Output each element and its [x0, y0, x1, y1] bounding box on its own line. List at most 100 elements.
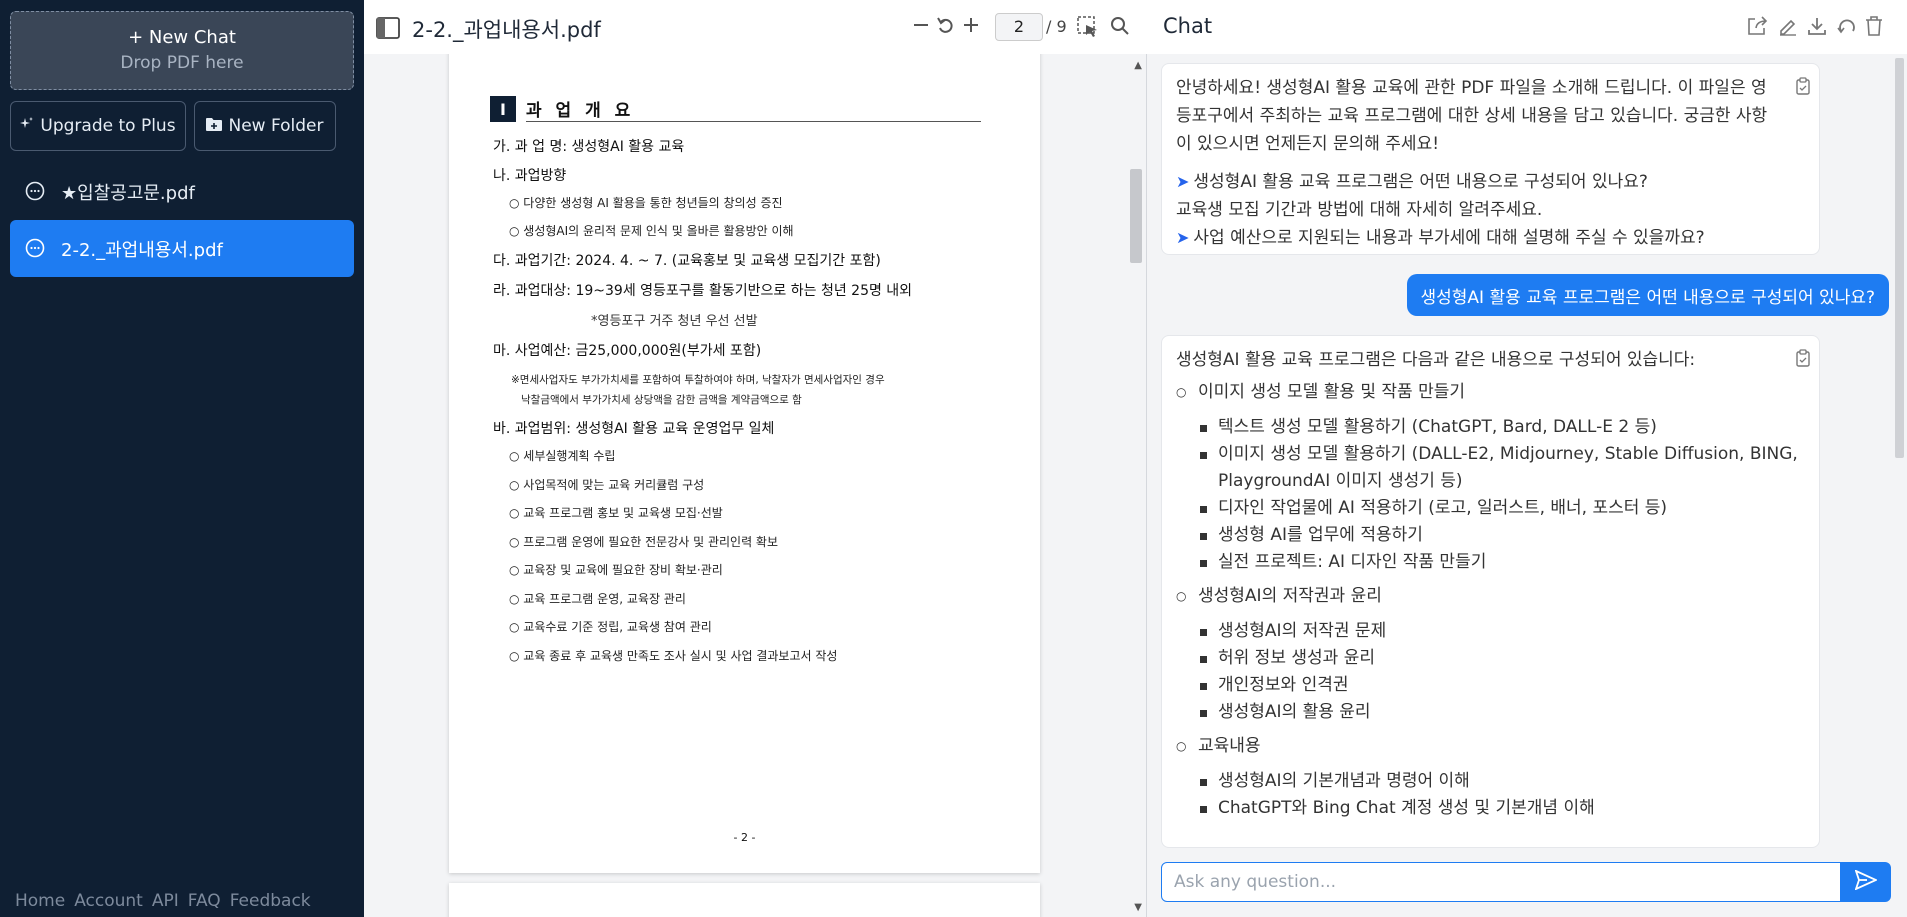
select-cursor-icon[interactable]	[1077, 16, 1099, 42]
chat-bubble-icon	[25, 181, 47, 203]
answer-item: 텍스트 생성 모델 활용하기 (ChatGPT, Bard, DALL-E 2 …	[1198, 414, 1805, 441]
answer-item: 생성형AI의 활용 윤리	[1198, 699, 1805, 726]
refresh-icon[interactable]	[1837, 16, 1857, 40]
pdf-scrollbar[interactable]: ▲ ▼	[1128, 54, 1146, 917]
zoom-out-icon[interactable]	[912, 16, 930, 38]
send-icon	[1854, 869, 1879, 894]
answer-intro: 생성형AI 활용 교육 프로그램은 다음과 같은 내용으로 구성되어 있습니다:	[1176, 350, 1696, 370]
suggested-question[interactable]: ➤ 생성형AI 활용 교육 프로그램은 어떤 내용으로 구성되어 있나요?	[1176, 168, 1805, 196]
send-button[interactable]	[1841, 862, 1891, 902]
pdf-line: ○ 생성형AI의 윤리적 문제 인식 및 올바른 활용방안 이해	[509, 224, 794, 238]
chat-title: Chat	[1163, 14, 1213, 38]
pdf-line: 라. 과업대상: 19~39세 영등포구를 활동기반으로 하는 청년 25명 내…	[493, 283, 913, 299]
file-item[interactable]: ★입찰공고문.pdf	[10, 163, 354, 220]
scroll-up-icon[interactable]: ▲	[1134, 60, 1142, 71]
chat-scrollbar[interactable]	[1893, 54, 1907, 846]
new-chat-dropzone[interactable]: + New Chat Drop PDF here	[10, 11, 354, 90]
pdf-line: ○ 프로그램 운영에 필요한 전문강사 및 관리인력 확보	[509, 535, 779, 549]
suggested-question-text: 생성형AI 활용 교육 프로그램은 어떤 내용으로 구성되어 있나요?	[1193, 172, 1648, 192]
pdf-viewer: 2-2._과업내용서.pdf 2 / 9 I 과 업 개 요 가. 과 업 명:…	[364, 0, 1147, 917]
copy-icon[interactable]	[1795, 76, 1811, 104]
answer-item: ChatGPT와 Bing Chat 계정 생성 및 기본개념 이해	[1198, 795, 1805, 822]
answer-item: 허위 정보 생성과 윤리	[1198, 645, 1805, 672]
rotate-icon[interactable]	[936, 16, 956, 40]
pdf-line: 가. 과 업 명: 생성형AI 활용 교육	[493, 139, 685, 155]
upgrade-label: Upgrade to Plus	[40, 116, 176, 136]
section-number: I	[490, 96, 516, 122]
suggested-question-text: 교육생 모집 기간과 방법에 대해 자세히 알려주세요.	[1176, 200, 1543, 220]
pdf-line: ○ 세부실행계획 수립	[509, 449, 616, 463]
pdf-line: ○ 교육장 및 교육에 필요한 장비 확보·관리	[509, 563, 723, 577]
pdf-title: 2-2._과업내용서.pdf	[412, 18, 601, 42]
ask-question-input[interactable]	[1161, 862, 1841, 902]
section-title: 과 업 개 요	[526, 96, 981, 122]
section-heading: I 과 업 개 요	[490, 96, 981, 122]
download-icon[interactable]	[1807, 16, 1827, 40]
edit-icon[interactable]	[1778, 16, 1798, 40]
zoom-in-icon[interactable]	[962, 16, 980, 38]
answer-section-title: 이미지 생성 모델 활용 및 작품 만들기	[1198, 382, 1466, 402]
search-icon[interactable]	[1110, 16, 1130, 40]
answer-list: 이미지 생성 모델 활용 및 작품 만들기 텍스트 생성 모델 활용하기 (Ch…	[1176, 378, 1805, 822]
file-item-active[interactable]: 2-2._과업내용서.pdf	[10, 220, 354, 277]
suggested-question[interactable]: 교육생 모집 기간과 방법에 대해 자세히 알려주세요.	[1176, 196, 1805, 224]
sidebar: + New Chat Drop PDF here Upgrade to Plus…	[0, 0, 364, 917]
share-icon[interactable]	[1747, 16, 1769, 40]
suggested-question[interactable]: ➤ 사업 예산으로 지원되는 내용과 부가세에 대해 설명해 주실 수 있을까요…	[1176, 224, 1805, 252]
assistant-message: 생성형AI 활용 교육 프로그램은 다음과 같은 내용으로 구성되어 있습니다:…	[1161, 335, 1820, 848]
sidebar-toggle-icon[interactable]	[376, 17, 400, 43]
chat-panel: Chat 안녕하세요! 생성형AI 활용 교육에 관한 PDF 파일을 소개해 …	[1147, 0, 1907, 917]
pdf-line: 바. 과업범위: 생성형AI 활용 교육 운영업무 일체	[493, 421, 775, 437]
new-folder-label: New Folder	[228, 116, 324, 136]
scroll-down-icon[interactable]: ▼	[1134, 902, 1142, 913]
footer-link-feedback[interactable]: Feedback	[230, 891, 311, 911]
pdf-line: *영등포구 거주 청년 우선 선발	[591, 314, 758, 329]
footer-link-faq[interactable]: FAQ	[188, 891, 221, 911]
answer-item: 이미지 생성 모델 활용하기 (DALL-E2, Midjourney, Sta…	[1198, 441, 1805, 495]
pdf-line: ○ 교육 종료 후 교육생 만족도 조사 실시 및 사업 결과보고서 작성	[509, 649, 838, 663]
pdf-line: 낙찰금액에서 부가가치세 상당액을 감한 금액을 계약금액으로 함	[521, 394, 802, 406]
folder-plus-icon	[206, 116, 223, 136]
intro-text: 안녕하세요! 생성형AI 활용 교육에 관한 PDF 파일을 소개해 드립니다.…	[1176, 78, 1768, 154]
answer-section: 이미지 생성 모델 활용 및 작품 만들기 텍스트 생성 모델 활용하기 (Ch…	[1176, 378, 1805, 576]
footer-link-account[interactable]: Account	[74, 891, 143, 911]
pdf-scroll-area[interactable]: I 과 업 개 요 가. 과 업 명: 생성형AI 활용 교육 나. 과업방향 …	[364, 54, 1147, 917]
send-arrow-icon: ➤	[1176, 228, 1190, 247]
pdf-next-page	[449, 883, 1040, 917]
copy-icon[interactable]	[1795, 348, 1811, 376]
trash-icon[interactable]	[1865, 16, 1883, 40]
user-message: 생성형AI 활용 교육 프로그램은 어떤 내용으로 구성되어 있나요?	[1406, 274, 1889, 316]
page-number-input[interactable]: 2	[995, 13, 1043, 41]
pdf-line: 다. 과업기간: 2024. 4. ~ 7. (교육홍보 및 교육생 모집기간 …	[493, 253, 881, 269]
pdf-line: ○ 다양한 생성형 AI 활용을 통한 청년들의 창의성 증진	[509, 196, 783, 210]
pdf-line: ○ 교육수료 기준 정립, 교육생 참여 관리	[509, 620, 712, 634]
assistant-message: 안녕하세요! 생성형AI 활용 교육에 관한 PDF 파일을 소개해 드립니다.…	[1161, 63, 1820, 255]
sparkle-icon	[20, 116, 34, 136]
footer-link-api[interactable]: API	[152, 891, 179, 911]
answer-section-title: 교육내용	[1198, 736, 1261, 756]
chat-header: Chat	[1147, 0, 1907, 54]
file-name: ★입찰공고문.pdf	[61, 182, 195, 204]
pdf-line: ○ 사업목적에 맞는 교육 커리큘럼 구성	[509, 478, 705, 492]
answer-item: 디자인 작업물에 AI 적용하기 (로고, 일러스트, 배너, 포스터 등)	[1198, 495, 1805, 522]
drop-pdf-hint: Drop PDF here	[120, 53, 244, 73]
new-folder-button[interactable]: New Folder	[194, 101, 336, 151]
chat-scroll-thumb[interactable]	[1895, 58, 1904, 458]
answer-section-title: 생성형AI의 저작권과 윤리	[1198, 586, 1382, 606]
pdf-line: ※면세사업자도 부가가치세를 포함하여 투찰하여야 하며, 낙찰자가 면세사업자…	[511, 374, 885, 386]
pdf-toolbar: 2-2._과업내용서.pdf 2 / 9	[364, 0, 1147, 54]
pdf-line: ○ 교육 프로그램 운영, 교육장 관리	[509, 592, 686, 606]
footer-links: Home Account API FAQ Feedback	[15, 891, 311, 911]
pdf-line: 나. 과업방향	[493, 168, 567, 184]
suggested-question-text: 사업 예산으로 지원되는 내용과 부가세에 대해 설명해 주실 수 있을까요?	[1193, 228, 1705, 248]
pdf-page: I 과 업 개 요 가. 과 업 명: 생성형AI 활용 교육 나. 과업방향 …	[449, 54, 1040, 873]
pdf-scroll-thumb[interactable]	[1130, 169, 1142, 263]
answer-item: 생성형 AI를 업무에 적용하기	[1198, 522, 1805, 549]
upgrade-button[interactable]: Upgrade to Plus	[10, 101, 186, 151]
answer-item: 실전 프로젝트: AI 디자인 작품 만들기	[1198, 549, 1805, 576]
footer-link-home[interactable]: Home	[15, 891, 65, 911]
page-total: / 9	[1046, 17, 1067, 36]
send-arrow-icon: ➤	[1176, 172, 1190, 191]
answer-item: 생성형AI의 저작권 문제	[1198, 618, 1805, 645]
new-chat-label[interactable]: + New Chat	[11, 27, 353, 48]
